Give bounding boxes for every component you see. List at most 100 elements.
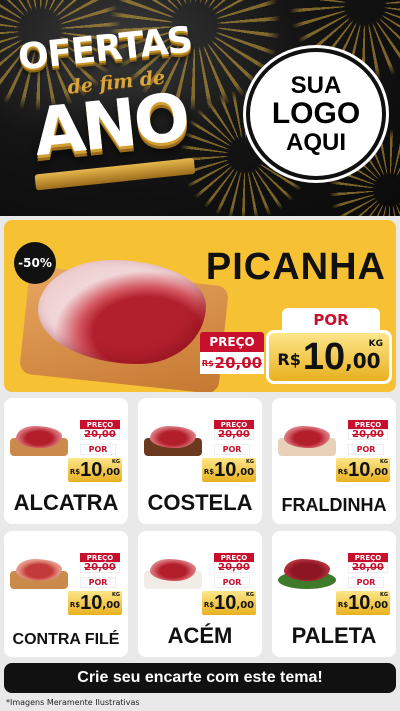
price-currency: R$ — [69, 468, 81, 476]
price-currency: R$ — [337, 601, 349, 609]
fraldinha-image — [278, 424, 336, 458]
por-label: POR — [348, 444, 384, 455]
product-card-costela[interactable]: PREÇO 20,00 POR R$ 10 ,00 KG COSTELA — [138, 398, 262, 524]
alcatra-image — [10, 424, 68, 458]
campaign-title: OFERTAS de fim de ANO — [10, 19, 216, 198]
logo-text-line1: SUA — [290, 72, 342, 100]
price-currency: R$ — [337, 468, 349, 476]
price-currency: R$ — [203, 468, 215, 476]
product-name: PALETA — [291, 623, 377, 648]
price-integer: 10 — [214, 591, 237, 614]
contra-file-image — [10, 557, 68, 591]
logo-text-line2: LOGO — [271, 97, 361, 131]
old-price-value: 20,00 — [84, 562, 116, 573]
new-price-tag: R$ 10 ,00 KG — [334, 589, 392, 617]
product-name: CONTRA FILÉ — [12, 631, 120, 648]
old-price-tag: PREÇO 20,00 — [80, 420, 120, 440]
old-price: 20,00 — [214, 562, 254, 573]
featured-product-card[interactable]: -50% PICANHA PREÇO R$ 20,00 POR R$ 10 ,0… — [4, 220, 396, 392]
old-price: 20,00 — [80, 429, 120, 440]
price-integer: 10 — [302, 335, 346, 378]
product-card-fraldinha[interactable]: PREÇO 20,00 POR R$ 10 ,00 KG FRALDINHA — [272, 398, 396, 524]
old-price-tag: PREÇO R$ 20,00 — [200, 332, 264, 378]
price-unit: KG — [368, 339, 383, 349]
old-price: 20,00 — [348, 562, 388, 573]
old-price-tag: PREÇO 20,00 — [214, 420, 254, 440]
price-decimal: ,00 — [345, 349, 381, 373]
product-name: ACÉM — [167, 623, 233, 648]
product-name: COSTELA — [147, 490, 253, 515]
por-label: POR — [80, 577, 116, 588]
logo-placeholder[interactable]: SUA LOGO AQUI — [246, 48, 386, 180]
price-decimal: ,00 — [236, 600, 255, 611]
product-card-paleta[interactable]: PREÇO 20,00 POR R$ 10 ,00 KG PALETA — [272, 531, 396, 657]
price-unit: KG — [246, 592, 254, 598]
price-decimal: ,00 — [102, 467, 121, 478]
create-flyer-button[interactable]: Crie seu encarte com este tema! — [4, 663, 396, 693]
price-unit: KG — [380, 459, 388, 465]
price-unit: KG — [246, 459, 254, 465]
preco-label: PREÇO — [200, 332, 264, 352]
discount-badge: -50% — [14, 242, 56, 284]
product-card-contra-file[interactable]: PREÇO 20,00 POR R$ 10 ,00 KG CONTRA FILÉ — [4, 531, 128, 657]
old-price-value: 20,00 — [352, 562, 384, 573]
price-decimal: ,00 — [370, 467, 389, 478]
price-currency: R$ — [277, 350, 301, 369]
preco-label: PREÇO — [80, 420, 120, 429]
header-banner: OFERTAS de fim de ANO SUA LOGO AQUI — [0, 0, 400, 216]
product-name: FRALDINHA — [281, 495, 387, 515]
old-price: 20,00 — [80, 562, 120, 573]
new-price-tag: R$ 10 ,00 KG — [66, 456, 124, 484]
old-price-value: 20,00 — [218, 562, 250, 573]
old-price-currency: R$ — [201, 358, 214, 368]
price-integer: 10 — [348, 458, 371, 481]
old-price-tag: PREÇO 20,00 — [348, 553, 388, 573]
new-price-tag: R$ 10 ,00 KG — [200, 589, 258, 617]
price-integer: 10 — [214, 458, 237, 481]
price-integer: 10 — [80, 458, 103, 481]
old-price: 20,00 — [348, 429, 388, 440]
new-price-tag: R$ 10 ,00 KG — [334, 456, 392, 484]
logo-text-line3: AQUI — [286, 128, 346, 156]
old-price-value: 20,00 — [218, 429, 250, 440]
product-card-alcatra[interactable]: PREÇO 20,00 POR R$ 10 ,00 KG ALCATRA — [4, 398, 128, 524]
old-price-value: 20,00 — [214, 354, 263, 372]
price-decimal: ,00 — [236, 467, 255, 478]
featured-product-name: PICANHA — [205, 246, 386, 288]
price-decimal: ,00 — [370, 600, 389, 611]
paleta-image — [278, 557, 336, 591]
old-price: 20,00 — [214, 429, 254, 440]
title-ano: ANO — [30, 78, 191, 172]
old-price-value: 20,00 — [84, 429, 116, 440]
por-label: POR — [282, 308, 380, 332]
product-card-acem[interactable]: PREÇO 20,00 POR R$ 10 ,00 KG ACÉM — [138, 531, 262, 657]
new-price-tag: R$ 10 ,00 KG — [200, 456, 258, 484]
preco-label: PREÇO — [348, 553, 388, 562]
price-unit: KG — [112, 592, 120, 598]
old-price-tag: PREÇO 20,00 — [348, 420, 388, 440]
old-price-value: 20,00 — [352, 429, 384, 440]
price-currency: R$ — [69, 601, 81, 609]
price-integer: 10 — [348, 591, 371, 614]
costela-image — [144, 424, 202, 458]
preco-label: PREÇO — [214, 553, 254, 562]
product-name: ALCATRA — [13, 490, 119, 515]
price-unit: KG — [380, 592, 388, 598]
preco-label: PREÇO — [348, 420, 388, 429]
disclaimer-note: *Imagens Meramente Ilustrativas — [6, 698, 140, 707]
new-price-tag: R$ 10 ,00 KG — [66, 589, 124, 617]
price-decimal: ,00 — [102, 600, 121, 611]
acem-image — [144, 557, 202, 591]
old-price-tag: PREÇO 20,00 — [80, 553, 120, 573]
por-label: POR — [348, 577, 384, 588]
preco-label: PREÇO — [80, 553, 120, 562]
old-price: R$ 20,00 — [200, 352, 264, 374]
new-price-tag: R$ 10 ,00 KG — [266, 330, 392, 384]
preco-label: PREÇO — [214, 420, 254, 429]
price-integer: 10 — [80, 591, 103, 614]
price-unit: KG — [112, 459, 120, 465]
por-label: POR — [214, 577, 250, 588]
por-label: POR — [80, 444, 116, 455]
price-currency: R$ — [203, 601, 215, 609]
old-price-tag: PREÇO 20,00 — [214, 553, 254, 573]
